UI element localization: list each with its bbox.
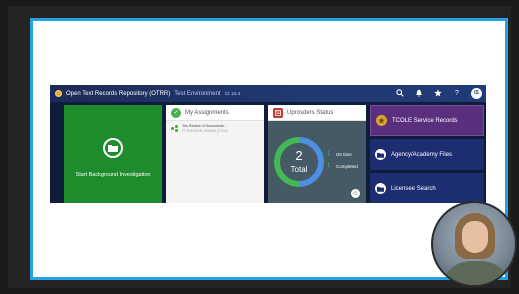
workflow-icon bbox=[171, 125, 179, 132]
my-assignments-tile[interactable]: ✓ My Assignments Yes Review of Documents… bbox=[166, 105, 264, 203]
user-avatar[interactable]: IS bbox=[471, 87, 482, 99]
tile-header: Uprosders Status bbox=[268, 105, 366, 121]
agency-academy-files-tile[interactable]: Agency/Academy Files bbox=[370, 139, 484, 170]
folder-icon bbox=[103, 138, 123, 158]
ontime-count: 1 bbox=[327, 151, 331, 157]
licensee-search-tile[interactable]: Licensee Search bbox=[370, 173, 484, 203]
webcam-face bbox=[462, 221, 488, 253]
star-icon[interactable] bbox=[433, 87, 443, 99]
top-navigation-bar: Open Text Records Repository (OTRR) Test… bbox=[50, 85, 486, 102]
presenter-webcam bbox=[431, 201, 517, 287]
toolbar-icons: ? IS bbox=[395, 87, 482, 99]
tile-label: Agency/Academy Files bbox=[391, 151, 453, 158]
quick-links: TCOLE Service Records Agency/Academy Fil… bbox=[370, 105, 484, 203]
tile-title: My Assignments bbox=[185, 109, 229, 116]
app-window: Open Text Records Repository (OTRR) Test… bbox=[50, 85, 486, 203]
ontime-label: On time bbox=[336, 151, 352, 157]
start-background-investigation-tile[interactable]: Start Background Investigation bbox=[64, 105, 162, 203]
status-donut-chart: 2 Total bbox=[274, 137, 324, 187]
tile-label: TCOLE Service Records bbox=[392, 117, 458, 124]
status-legend: 1 On time 1 Completed bbox=[327, 151, 358, 175]
app-title: Open Text Records Repository (OTRR) bbox=[66, 90, 171, 97]
webcam-shirt bbox=[441, 261, 511, 285]
feedback-smiley-icon[interactable]: ☺ bbox=[351, 189, 360, 198]
tcole-service-records-tile[interactable]: TCOLE Service Records bbox=[370, 105, 484, 136]
completed-count: 1 bbox=[327, 163, 331, 169]
status-tile[interactable]: Uprosders Status 2 Total 1 On time 1 Com… bbox=[268, 105, 366, 203]
help-icon[interactable]: ? bbox=[452, 87, 462, 99]
tile-label: Start Background Investigation bbox=[75, 172, 151, 178]
status-report-icon bbox=[273, 107, 283, 118]
assignment-subtitle: TT OLEASON, DENNIS (T1312) bbox=[182, 128, 228, 133]
completed-label: Completed bbox=[336, 163, 358, 169]
app-logo-icon bbox=[55, 90, 62, 97]
checkmark-icon: ✓ bbox=[171, 107, 181, 118]
search-icon[interactable] bbox=[395, 87, 405, 99]
total-value: 2 bbox=[295, 148, 302, 163]
folder-icon bbox=[375, 183, 386, 194]
list-item[interactable]: Yes Review of Documents ... TT OLEASON, … bbox=[166, 121, 264, 136]
version-label: Cl: 24.4 bbox=[224, 91, 241, 96]
environment-label: Test Environment bbox=[174, 90, 221, 97]
legend-completed: 1 Completed bbox=[327, 163, 358, 169]
total-label: Total bbox=[291, 165, 308, 174]
assignment-title: Yes Review of Documents ... bbox=[182, 124, 228, 128]
badge-icon bbox=[376, 115, 387, 126]
tile-label: Licensee Search bbox=[391, 185, 436, 192]
folder-icon bbox=[375, 149, 386, 160]
bell-icon[interactable] bbox=[414, 87, 424, 99]
tile-header: ✓ My Assignments bbox=[166, 105, 264, 121]
legend-ontime: 1 On time bbox=[327, 151, 358, 157]
tile-title: Uprosders Status bbox=[287, 109, 334, 116]
